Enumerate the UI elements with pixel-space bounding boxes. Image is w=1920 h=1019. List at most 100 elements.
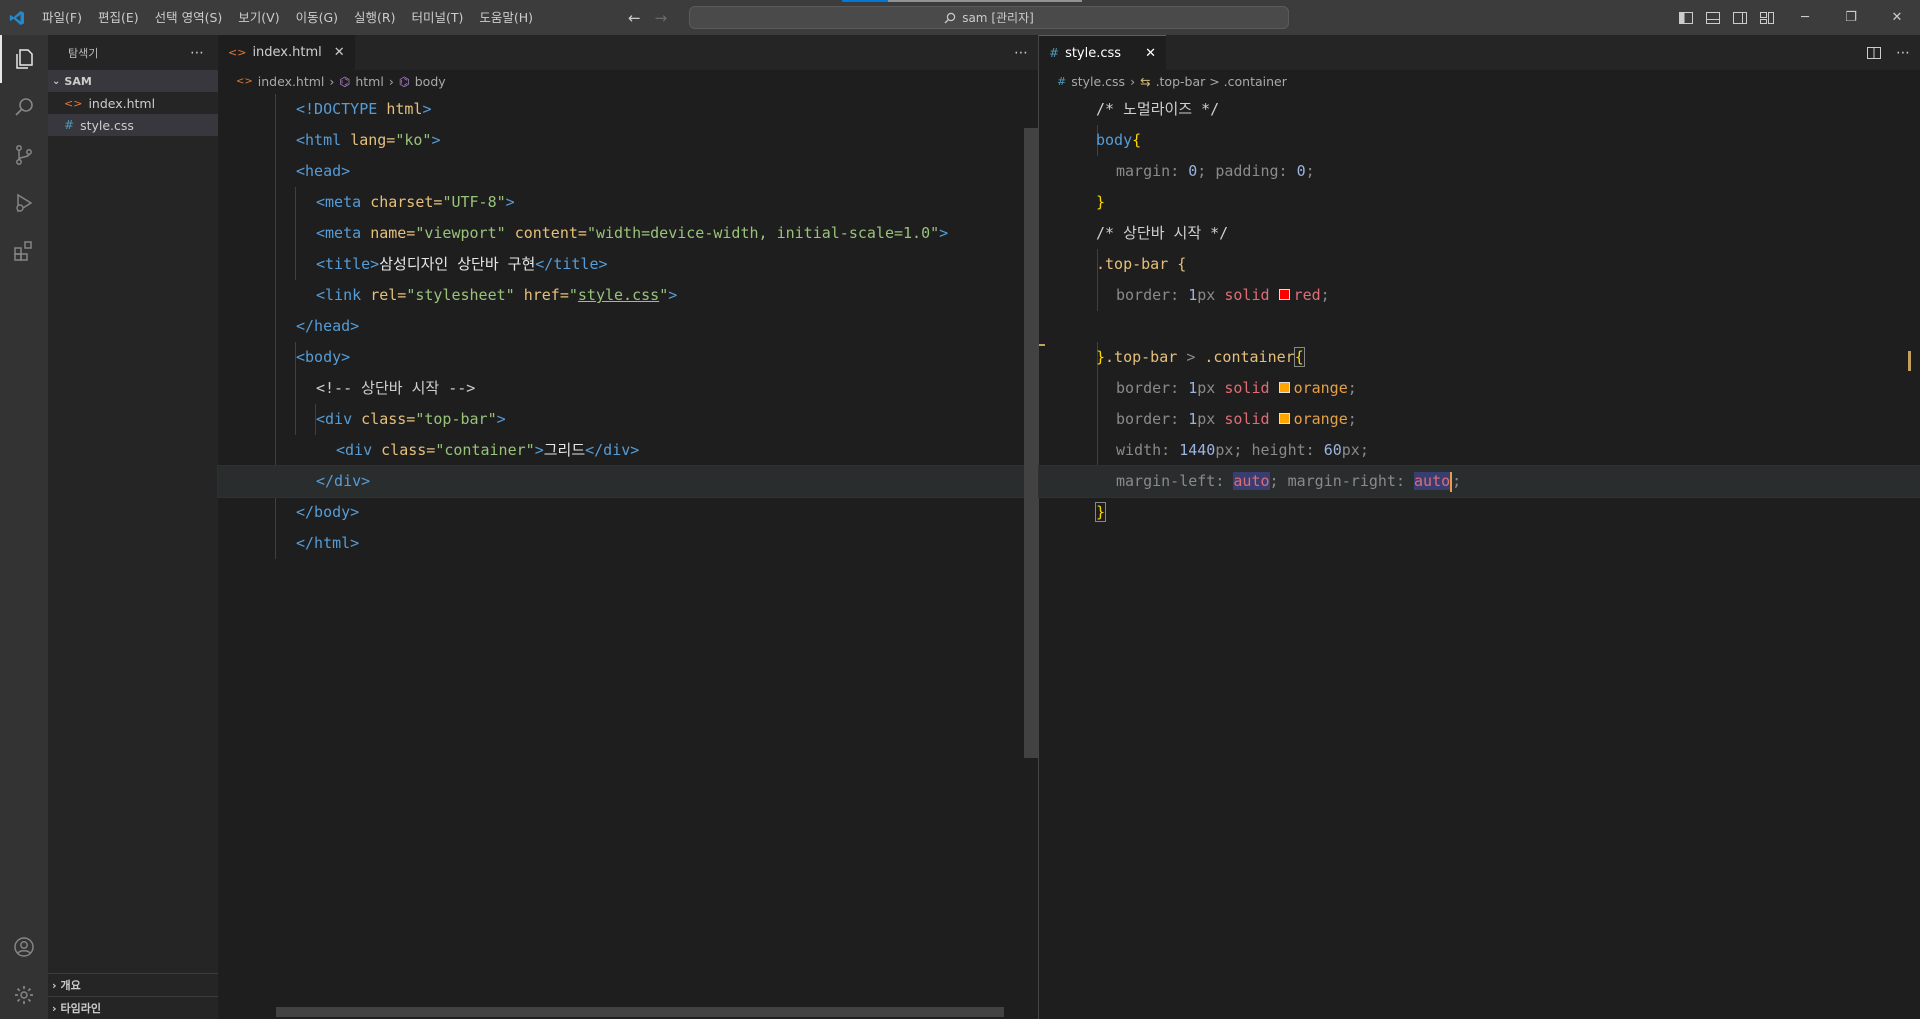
code-line: </html> xyxy=(296,534,360,552)
editor-actions-left: ⋯ xyxy=(1014,35,1028,70)
title-bar: 파일(F) 편집(E) 선택 영역(S) 보기(V) 이동(G) 실행(R) 터… xyxy=(0,0,1920,35)
toggle-panel-icon[interactable] xyxy=(1705,10,1721,26)
code-line: <body> xyxy=(296,348,351,366)
forward-arrow-icon[interactable]: → xyxy=(655,9,668,27)
toggle-primary-sidebar-icon[interactable] xyxy=(1678,10,1694,26)
manage-button[interactable] xyxy=(0,971,48,1019)
explorer-button[interactable] xyxy=(0,35,48,83)
color-swatch-orange[interactable] xyxy=(1278,413,1290,424)
outline-section[interactable]: › 개요 xyxy=(48,973,218,996)
close-icon[interactable]: ✕ xyxy=(334,45,345,60)
search-icon xyxy=(15,98,33,116)
menu-file[interactable]: 파일(F) xyxy=(34,0,90,35)
css-file-icon: # xyxy=(1049,46,1060,60)
more-actions-icon[interactable]: ⋯ xyxy=(1014,45,1028,61)
menu-run[interactable]: 실행(R) xyxy=(346,0,403,35)
editor-group-right: # style.css ✕ ⋯ # style.css › ⇆ .top-bar… xyxy=(1038,35,1920,1019)
folder-name: SAM xyxy=(64,74,92,88)
code-line: /* 노멀라이즈 */ xyxy=(1096,100,1220,118)
run-debug-button[interactable] xyxy=(0,179,48,227)
element-icon: ⌬ xyxy=(339,73,351,89)
code-line: border: 1px solid orange; xyxy=(1116,410,1357,428)
toggle-secondary-sidebar-icon[interactable] xyxy=(1732,10,1748,26)
css-file-icon: # xyxy=(1057,74,1067,88)
code-line: } xyxy=(1096,193,1106,211)
code-line: <html lang="ko"> xyxy=(296,131,441,149)
menu-view[interactable]: 보기(V) xyxy=(230,0,287,35)
breadcrumb-item[interactable]: index.html xyxy=(258,74,325,89)
breadcrumb-item[interactable]: .top-bar > .container xyxy=(1156,74,1287,89)
code-editor-html[interactable]: <!DOCTYPE html> <html lang="ko"> <head> … xyxy=(217,94,1039,559)
command-center-text: sam [관리자] xyxy=(962,11,1034,25)
extensions-button[interactable] xyxy=(0,227,48,275)
source-control-button[interactable] xyxy=(0,131,48,179)
sidebar-header: 탐색기 ⋯ xyxy=(48,35,218,70)
menu-go[interactable]: 이동(G) xyxy=(288,0,346,35)
timeline-section[interactable]: › 타임라인 xyxy=(48,996,218,1019)
outline-label: 개요 xyxy=(60,979,81,992)
code-line: }.top-bar > .container{ xyxy=(1096,347,1305,367)
files-icon xyxy=(16,49,33,69)
menu-help[interactable]: 도움말(H) xyxy=(471,0,541,35)
code-line-current: </div> xyxy=(217,465,1039,498)
element-icon: ⌬ xyxy=(398,73,410,89)
tab-bar-right: # style.css ✕ ⋯ xyxy=(1039,35,1920,70)
html-file-icon: <> xyxy=(228,46,247,59)
code-line: .top-bar { xyxy=(1096,255,1187,273)
code-line: <div class="top-bar"> xyxy=(316,410,506,428)
tree-item-index-html[interactable]: <> index.html xyxy=(48,92,218,114)
search-button[interactable] xyxy=(0,83,48,131)
breadcrumb-item[interactable]: style.css xyxy=(1071,74,1125,89)
code-line: body{ xyxy=(1096,131,1142,149)
color-swatch-red[interactable] xyxy=(1278,289,1290,300)
breadcrumb: <> index.html › ⌬ html › ⌬ body xyxy=(218,70,1038,92)
code-line: /* 상단바 시작 */ xyxy=(1096,224,1229,242)
close-icon[interactable]: ✕ xyxy=(1145,46,1156,61)
code-line: <head> xyxy=(296,162,351,180)
tab-index-html[interactable]: <> index.html ✕ xyxy=(218,35,355,70)
layout-controls xyxy=(1678,0,1775,35)
html-file-icon: <> xyxy=(64,96,83,110)
sidebar-title: 탐색기 xyxy=(68,46,99,60)
back-arrow-icon[interactable]: ← xyxy=(628,9,641,27)
menu-edit[interactable]: 편집(E) xyxy=(90,0,147,35)
folder-section-header[interactable]: ⌄ SAM xyxy=(48,70,218,92)
code-line: margin: 0; padding: 0; xyxy=(1116,162,1315,180)
breadcrumb-item[interactable]: body xyxy=(415,74,446,89)
code-line: border: 1px solid orange; xyxy=(1116,379,1357,397)
command-center[interactable]: sam [관리자] xyxy=(689,6,1289,29)
vertical-scrollbar[interactable] xyxy=(1024,128,1038,758)
menu-selection[interactable]: 선택 영역(S) xyxy=(147,0,231,35)
menu-terminal[interactable]: 터미널(T) xyxy=(404,0,472,35)
chevron-right-icon: › xyxy=(329,73,335,89)
run-debug-icon xyxy=(16,193,33,213)
file-label: index.html xyxy=(88,95,156,111)
code-line: <!DOCTYPE html> xyxy=(296,100,432,118)
more-actions-icon[interactable]: ⋯ xyxy=(190,45,204,61)
breadcrumb: # style.css › ⇆ .top-bar > .container xyxy=(1039,70,1920,92)
code-editor-css[interactable]: /* 노멀라이즈 */ body{ margin: 0; padding: 0;… xyxy=(1038,94,1920,528)
horizontal-scrollbar[interactable] xyxy=(276,1007,1004,1017)
split-editor-icon[interactable] xyxy=(1866,45,1882,61)
source-control-icon xyxy=(16,145,32,165)
tab-style-css[interactable]: # style.css ✕ xyxy=(1039,35,1166,70)
breadcrumb-item[interactable]: html xyxy=(355,74,383,89)
code-line: <!-- 상단바 시작 --> xyxy=(316,379,476,397)
customize-layout-icon[interactable] xyxy=(1759,10,1775,26)
sidebar-bottom-sections: › 개요 › 타임라인 xyxy=(48,973,218,1019)
menu-bar: 파일(F) 편집(E) 선택 영역(S) 보기(V) 이동(G) 실행(R) 터… xyxy=(34,0,541,35)
accounts-button[interactable] xyxy=(0,923,48,971)
chevron-down-icon: ⌄ xyxy=(52,75,61,87)
minimize-icon[interactable]: ─ xyxy=(1782,0,1828,35)
settings-gear-icon xyxy=(15,986,33,1004)
color-swatch-orange[interactable] xyxy=(1278,382,1290,393)
restore-icon[interactable]: ❐ xyxy=(1828,0,1874,35)
title-indicator xyxy=(888,0,1082,2)
chevron-right-icon: › xyxy=(1130,73,1136,89)
more-actions-icon[interactable]: ⋯ xyxy=(1896,45,1910,61)
overview-ruler-marker xyxy=(1039,344,1045,346)
close-window-icon[interactable]: ✕ xyxy=(1874,0,1920,35)
tree-item-style-css[interactable]: # style.css xyxy=(48,114,218,136)
editor-actions-right: ⋯ xyxy=(1866,35,1910,70)
navigation-arrows: ← → xyxy=(628,0,667,35)
